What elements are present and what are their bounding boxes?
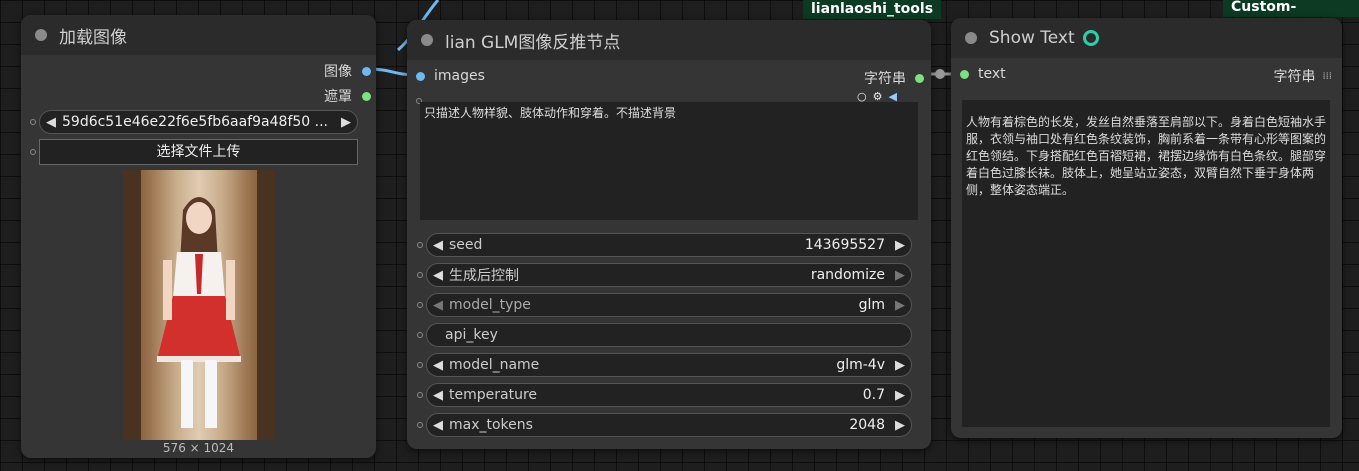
- widget-input-dot[interactable]: [30, 119, 36, 125]
- load-image-node[interactable]: 加载图像 图像 遮罩 ◀ 59d6c51e46e22f6e5fb6aaf9a48…: [21, 15, 376, 458]
- widget-input-dot[interactable]: [417, 422, 423, 428]
- widget-input-dot[interactable]: [417, 272, 423, 278]
- widget-input-dot[interactable]: [417, 362, 423, 368]
- widget-value: 143695527: [804, 237, 885, 253]
- output-image-slot[interactable]: 图像: [324, 61, 371, 81]
- chevron-left-icon[interactable]: ◀: [427, 238, 449, 253]
- chevron-left-icon[interactable]: ◀: [427, 298, 449, 313]
- widget-[interactable]: ◀ 生成后控制 randomize ▶: [426, 263, 912, 287]
- image-select-combo[interactable]: ◀ 59d6c51e46e22f6e5fb6aaf9a48f50 ... ▶: [39, 110, 358, 134]
- show-text-output[interactable]: 人物有着棕色的长发，发丝自然垂落至肩部以下。身着白色短袖水手服，衣领与袖口处有红…: [962, 100, 1330, 427]
- prompt-textarea[interactable]: 只描述人物样貌、肢体动作和穿着。不描述背景: [420, 102, 918, 220]
- input-text-connector[interactable]: [960, 69, 969, 79]
- input-images-label: images: [434, 68, 485, 84]
- output-image-connector[interactable]: [362, 66, 371, 76]
- input-images-connector[interactable]: [416, 71, 425, 81]
- figure-illustration: [123, 170, 275, 440]
- output-mask-connector[interactable]: [362, 91, 371, 101]
- widget-seed[interactable]: ◀ seed 143695527 ▶: [426, 233, 912, 257]
- widget-value: 2048: [849, 417, 885, 433]
- chevron-right-icon[interactable]: ▶: [889, 418, 911, 433]
- widget-input-dot[interactable]: [417, 302, 423, 308]
- node-title: 加载图像: [59, 27, 127, 48]
- widget-label: 生成后控制: [449, 268, 519, 284]
- output-mask-slot[interactable]: 遮罩: [324, 86, 371, 106]
- node-title-bar[interactable]: 加载图像: [21, 15, 376, 55]
- widget-label: max_tokens: [449, 417, 533, 433]
- image-filename: 59d6c51e46e22f6e5fb6aaf9a48f50 ...: [62, 114, 328, 130]
- chevron-right-icon[interactable]: ▶: [889, 388, 911, 403]
- output-string-label: 字符串: [864, 71, 906, 87]
- widget-label: model_type: [449, 297, 531, 313]
- widget-temperature[interactable]: ◀ temperature 0.7 ▶: [426, 383, 912, 407]
- input-images-slot[interactable]: images: [416, 68, 485, 84]
- widget-input-dot[interactable]: [30, 149, 36, 155]
- link-logo-icon: [1082, 30, 1099, 46]
- input-text-label: text: [978, 66, 1006, 82]
- node-source-badge: Custom-Scripts: [1223, 0, 1359, 34]
- type-slot: 字符串 ⁞⁞⁞: [1273, 66, 1332, 86]
- widget-value: glm-4v: [836, 357, 885, 373]
- node-collapse-dot[interactable]: [35, 29, 47, 41]
- output-string-slot[interactable]: 字符串: [864, 68, 924, 88]
- preview-image: [123, 170, 275, 440]
- node-title-bar[interactable]: lian GLM图像反推节点: [407, 20, 931, 60]
- node-title: lian GLM图像反推节点: [445, 32, 621, 53]
- type-label: 字符串: [1273, 69, 1316, 85]
- upload-button[interactable]: 选择文件上传: [39, 139, 358, 165]
- show-text-node[interactable]: Show Text text 字符串 ⁞⁞⁞ 人物有着棕色的长发，发丝自然垂落至…: [951, 18, 1342, 438]
- image-dimensions: 576 × 1024: [162, 441, 235, 455]
- chevron-left-icon[interactable]: ◀: [427, 268, 449, 283]
- grid-icon: ⁞⁞⁞: [1322, 70, 1332, 82]
- chevron-right-icon[interactable]: ▶: [889, 358, 911, 373]
- node-title-bar[interactable]: Show Text: [951, 18, 1342, 58]
- output-image-label: 图像: [324, 64, 352, 80]
- widget-input-dot[interactable]: [417, 242, 423, 248]
- widget-input-dot[interactable]: [417, 332, 423, 338]
- input-text-slot[interactable]: text: [960, 66, 1006, 82]
- widget-value: glm: [858, 297, 885, 313]
- widget-value: randomize: [810, 267, 885, 283]
- widget-max_tokens[interactable]: ◀ max_tokens 2048 ▶: [426, 413, 912, 437]
- chevron-right-icon[interactable]: ▶: [335, 115, 357, 130]
- widget-label: api_key: [445, 327, 498, 343]
- widget-model_type[interactable]: ◀ model_type glm ▶: [426, 293, 912, 317]
- output-string-connector[interactable]: [915, 73, 924, 83]
- widget-input-dot[interactable]: [417, 392, 423, 398]
- widget-api_key[interactable]: api_key: [426, 323, 912, 347]
- widget-model_name[interactable]: ◀ model_name glm-4v ▶: [426, 353, 912, 377]
- chevron-right-icon[interactable]: ▶: [889, 268, 911, 283]
- chevron-left-icon[interactable]: ◀: [40, 115, 62, 130]
- chevron-right-icon[interactable]: ▶: [889, 238, 911, 253]
- chevron-right-icon[interactable]: ▶: [889, 298, 911, 313]
- widget-label: model_name: [449, 357, 540, 373]
- node-collapse-dot[interactable]: [965, 32, 977, 44]
- chevron-left-icon[interactable]: ◀: [427, 388, 449, 403]
- widget-value: 0.7: [862, 387, 885, 403]
- node-title: Show Text: [989, 28, 1075, 48]
- chevron-left-icon[interactable]: ◀: [427, 418, 449, 433]
- widget-label: seed: [449, 237, 483, 253]
- widget-label: temperature: [449, 387, 537, 403]
- node-source-badge: lianlaoshi_tools: [803, 0, 942, 19]
- output-mask-label: 遮罩: [324, 89, 352, 105]
- node-collapse-dot[interactable]: [421, 34, 433, 46]
- chevron-left-icon[interactable]: ◀: [427, 358, 449, 373]
